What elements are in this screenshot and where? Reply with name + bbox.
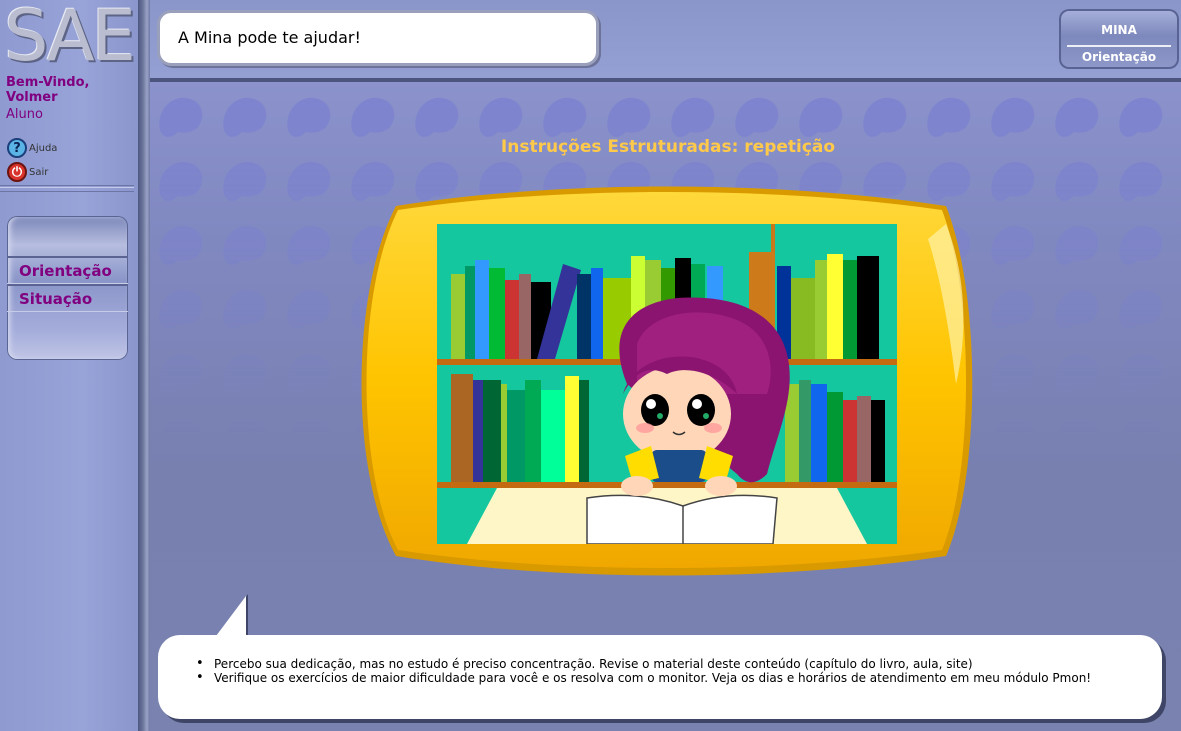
help-icon[interactable]: ? [7, 138, 27, 158]
mina-tips-bubble: Percebo sua dedicação, mas no estudo é p… [158, 635, 1162, 719]
menu-item-orientacao[interactable]: Orientação [7, 256, 128, 284]
sidebar: SAE Bem-Vindo, Volmer Aluno ? Ajuda ⏻ Sa… [0, 0, 138, 731]
orientacao-label[interactable]: Orientação [1059, 50, 1179, 64]
menu-item-situacao[interactable]: Situação [7, 284, 128, 312]
power-icon[interactable]: ⏻ [7, 162, 27, 182]
welcome-text: Bem-Vindo, Volmer [6, 75, 89, 105]
nav-menu: Orientação Situação [7, 216, 128, 360]
mina-label[interactable]: MINA [1059, 23, 1179, 37]
divider [0, 185, 134, 186]
mina-button[interactable]: MINA Orientação [1059, 9, 1179, 69]
page-title: Instruções Estruturadas: repetição [500, 137, 836, 157]
user-name: Volmer [6, 90, 58, 105]
welcome-line: Bem-Vindo, [6, 75, 90, 90]
tip-item: Verifique os exercícios de maior dificul… [196, 671, 1142, 685]
help-link[interactable]: ? Ajuda [7, 138, 57, 158]
exit-label[interactable]: Sair [29, 167, 48, 178]
exit-link[interactable]: ⏻ Sair [7, 162, 48, 182]
sae-logo: SAE [4, 0, 136, 77]
tips-list: Percebo sua dedicação, mas no estudo é p… [196, 657, 1142, 685]
sidebar-edge [138, 0, 150, 731]
divider [0, 191, 134, 192]
mina-message: A Mina pode te ajudar! [157, 10, 599, 66]
user-role: Aluno [6, 107, 43, 122]
tip-item: Percebo sua dedicação, mas no estudo é p… [196, 657, 1142, 671]
mina-library-illustration [437, 224, 897, 544]
divider [1067, 45, 1171, 47]
bubble-tail [216, 594, 248, 640]
divider [0, 187, 134, 188]
help-label[interactable]: Ajuda [29, 143, 57, 154]
mina-character [619, 297, 790, 496]
